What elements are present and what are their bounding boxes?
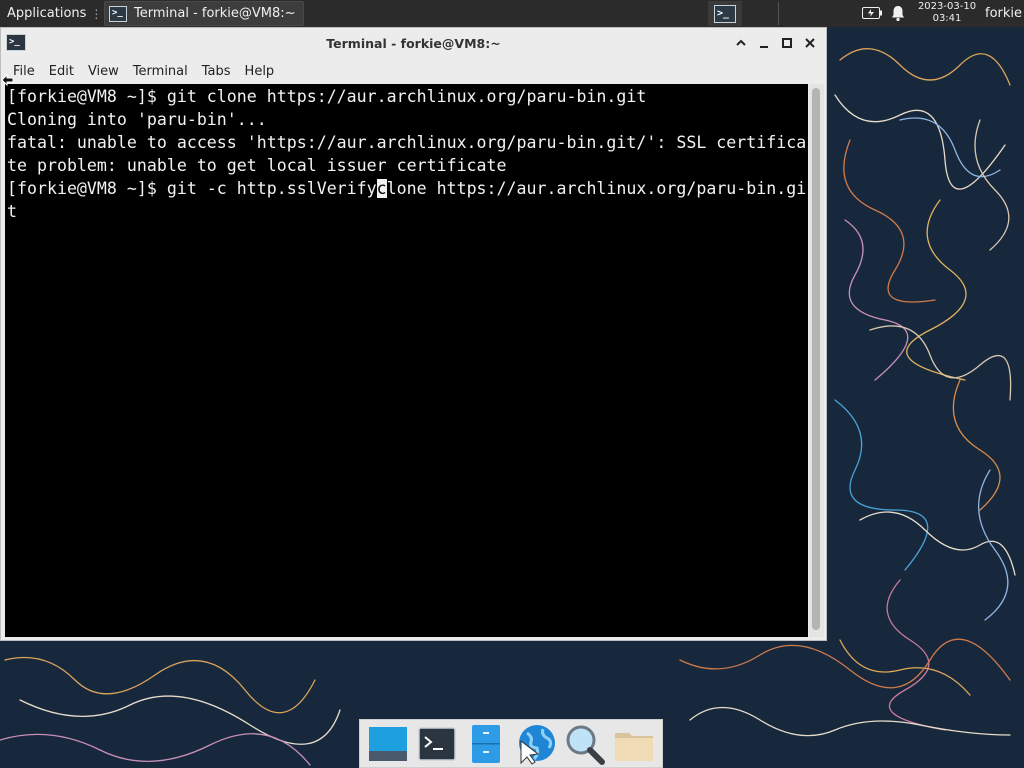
menu-view[interactable]: View bbox=[81, 64, 126, 79]
scrollbar-thumb[interactable] bbox=[812, 88, 820, 630]
chevron-up-icon bbox=[736, 39, 746, 46]
close-icon bbox=[805, 38, 815, 48]
applications-label: Applications bbox=[7, 6, 87, 21]
terminal-window: >_ Terminal - forkie@VM8:~ File Edit Vie… bbox=[0, 27, 827, 641]
terminal-line: Cloning into 'paru-bin'... bbox=[7, 110, 267, 129]
taskbar-window-button[interactable]: >_ Terminal - forkie@VM8:~ bbox=[104, 1, 304, 26]
terminal-output-area[interactable]: [forkie@VM8 ~]$ git clone https://aur.ar… bbox=[5, 84, 808, 637]
terminal-icon: >_ bbox=[714, 4, 736, 23]
maximize-icon bbox=[782, 38, 792, 48]
terminal-text: [forkie@VM8 ~]$ git clone https://aur.ar… bbox=[7, 85, 807, 223]
panel-separator bbox=[778, 2, 779, 25]
terminal-line: fatal: unable to access 'https://aur.arc… bbox=[7, 133, 807, 152]
battery-icon[interactable] bbox=[862, 7, 882, 19]
mouse-pointer-icon bbox=[1, 73, 14, 87]
menu-tabs[interactable]: Tabs bbox=[195, 64, 238, 79]
show-desktop-icon bbox=[368, 726, 407, 761]
terminal-scrollbar[interactable] bbox=[809, 84, 824, 637]
menu-terminal[interactable]: Terminal bbox=[126, 64, 195, 79]
web-browser-dock-button[interactable] bbox=[514, 722, 558, 766]
terminal-input-line[interactable]: [forkie@VM8 ~]$ git -c http.sslVerifyclo… bbox=[7, 177, 807, 200]
terminal-line: t bbox=[7, 202, 17, 221]
web-browser-icon bbox=[518, 724, 555, 765]
window-menu-button[interactable]: >_ bbox=[6, 34, 26, 51]
menu-help[interactable]: Help bbox=[238, 64, 282, 79]
dock bbox=[359, 719, 663, 768]
folder-icon bbox=[615, 732, 654, 761]
command-text-after-cursor: lone https://aur.archlinux.org/paru-bin.… bbox=[386, 179, 807, 198]
taskbar-window-title: Terminal - forkie@VM8:~ bbox=[134, 6, 296, 21]
terminal-dock-button[interactable] bbox=[415, 722, 459, 766]
terminal-line: te problem: unable to get local issuer c… bbox=[7, 156, 507, 175]
clock-date: 2023-03-10 bbox=[917, 1, 977, 12]
window-titlebar[interactable]: >_ Terminal - forkie@VM8:~ bbox=[1, 28, 826, 58]
window-controls bbox=[731, 33, 820, 53]
file-manager-icon bbox=[472, 724, 501, 763]
home-folder-dock-button[interactable] bbox=[612, 722, 656, 766]
close-button[interactable] bbox=[800, 33, 820, 53]
terminal-line: [forkie@VM8 ~]$ git clone https://aur.ar… bbox=[7, 87, 647, 106]
terminal-icon: >_ bbox=[6, 34, 26, 51]
minimize-icon bbox=[760, 46, 768, 48]
notification-bell-icon[interactable] bbox=[889, 4, 907, 22]
terminal-icon bbox=[418, 726, 456, 761]
top-panel: Applications ⋮ >_ Terminal - forkie@VM8:… bbox=[0, 0, 1024, 27]
clock-time: 03:41 bbox=[932, 13, 962, 24]
applications-menu[interactable]: Applications ⋮ bbox=[0, 0, 102, 27]
show-desktop-button[interactable] bbox=[366, 722, 410, 766]
window-title: Terminal - forkie@VM8:~ bbox=[326, 35, 501, 51]
window-menubar: File Edit View Terminal Tabs Help bbox=[1, 58, 826, 84]
app-finder-dock-button[interactable] bbox=[563, 722, 607, 766]
command-text-before-cursor: [forkie@VM8 ~]$ git -c http.sslVerify bbox=[7, 179, 377, 198]
clock[interactable]: 2023-03-10 03:41 bbox=[914, 1, 980, 26]
search-icon bbox=[566, 725, 605, 765]
text-cursor: c bbox=[376, 179, 387, 198]
minimize-button[interactable] bbox=[754, 33, 774, 53]
terminal-launcher-button[interactable]: >_ bbox=[708, 1, 742, 26]
terminal-icon: >_ bbox=[109, 5, 127, 22]
panel-handle-icon: ⋮ bbox=[90, 6, 103, 21]
menu-edit[interactable]: Edit bbox=[42, 64, 81, 79]
maximize-button[interactable] bbox=[777, 33, 797, 53]
file-manager-dock-button[interactable] bbox=[464, 722, 508, 766]
shade-button[interactable] bbox=[731, 33, 751, 53]
user-menu[interactable]: forkie bbox=[985, 0, 1022, 27]
